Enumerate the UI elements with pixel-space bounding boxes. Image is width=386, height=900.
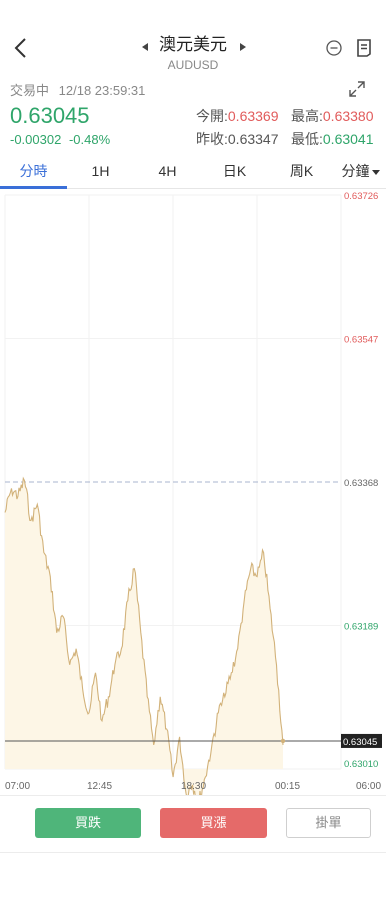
open-stat: 今開:0.63369	[196, 106, 279, 126]
low-stat: 最低:0.63041	[291, 129, 374, 149]
trading-status: 交易中 12/18 23:59:31	[10, 80, 151, 99]
header-bar: 澳元美元 AUDUSD	[0, 0, 386, 76]
buy-up-button[interactable]: 買漲	[160, 808, 267, 838]
buy-down-button[interactable]: 買跌	[35, 808, 141, 838]
tab-1h[interactable]: 1H	[67, 155, 134, 189]
trade-action-bar: 買跌 買漲 掛單	[0, 795, 386, 853]
tab-minutes-dropdown[interactable]: 分鐘	[335, 155, 386, 189]
next-triangle-icon[interactable]	[238, 42, 248, 52]
high-stat: 最高:0.63380	[291, 106, 374, 126]
x-tick-label: 06:00	[356, 781, 381, 792]
page-subtitle: AUDUSD	[167, 58, 219, 72]
open-label: 今開:	[196, 108, 228, 124]
timeframe-tabs: 分時 1H 4H 日K 周K 分鐘	[0, 155, 386, 189]
x-tick-label: 12:45	[87, 781, 112, 792]
pending-order-button[interactable]: 掛單	[286, 808, 371, 838]
minus-circle-icon[interactable]	[326, 40, 342, 56]
y-tick-label: 0.63547	[344, 335, 378, 346]
price-change-percent: -0.48%	[68, 132, 111, 147]
y-tick-label: 0.63010	[344, 759, 378, 770]
price-change: -0.00302 -0.48%	[10, 132, 114, 147]
price-change-value: -0.00302	[10, 132, 62, 147]
tab-weekly[interactable]: 周K	[268, 155, 335, 189]
chevron-down-icon	[371, 169, 380, 175]
tab-minutes-label: 分鐘	[341, 163, 370, 179]
document-icon[interactable]	[356, 39, 372, 57]
y-tick-label: 0.63189	[344, 622, 378, 633]
prev-close-value: 0.63347	[227, 131, 279, 147]
price-area-fill	[5, 478, 283, 795]
back-arrow-icon[interactable]	[10, 36, 34, 60]
low-value: 0.63041	[322, 131, 374, 147]
y-tick-label: 0.63368	[344, 478, 378, 489]
trading-state: 交易中	[10, 83, 50, 98]
high-label: 最高:	[291, 108, 323, 124]
price-chart[interactable]: 0.63726 0.63547 0.63368 0.63189 0.63010 0.630…	[0, 189, 386, 795]
x-tick-label: 18:30	[181, 781, 206, 792]
tab-intraday[interactable]: 分時	[0, 155, 67, 189]
tab-4h[interactable]: 4H	[134, 155, 201, 189]
current-price-dot	[280, 738, 286, 744]
tab-daily[interactable]: 日K	[201, 155, 268, 189]
x-tick-label: 00:15	[275, 781, 300, 792]
y-tick-label: 0.63726	[344, 191, 378, 202]
current-price: 0.63045	[10, 103, 90, 128]
low-label: 最低:	[291, 131, 323, 147]
open-value: 0.63369	[227, 108, 279, 124]
current-price-label: 0.63045	[343, 737, 377, 748]
expand-icon[interactable]	[348, 80, 366, 98]
prev-close-stat: 昨收:0.63347	[196, 129, 279, 149]
trading-datetime: 12/18 23:59:31	[58, 83, 146, 98]
x-tick-label: 07:00	[5, 781, 30, 792]
high-value: 0.63380	[322, 108, 374, 124]
prev-close-label: 昨收:	[196, 131, 228, 147]
